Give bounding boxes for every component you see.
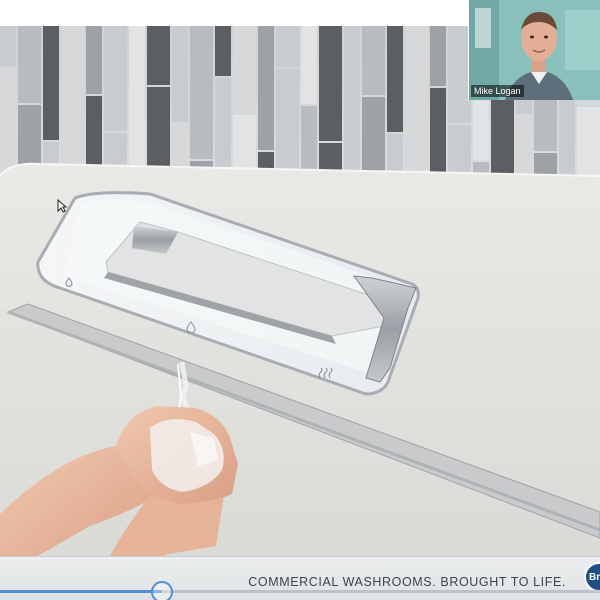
arrow-cursor-icon bbox=[57, 198, 68, 213]
playback-scrubber-handle[interactable] bbox=[151, 581, 173, 600]
mosaic-tile-wall bbox=[0, 26, 600, 600]
mosaic-tile bbox=[387, 26, 403, 132]
mosaic-tile bbox=[258, 26, 274, 150]
mosaic-tile bbox=[172, 26, 188, 122]
mosaic-tile bbox=[362, 26, 385, 95]
mosaic-tile bbox=[61, 26, 84, 177]
mosaic-tile bbox=[18, 26, 41, 103]
playback-progress-fill bbox=[0, 590, 162, 593]
mosaic-tile bbox=[104, 26, 127, 131]
air-dryer-icon bbox=[318, 366, 334, 379]
mosaic-tile bbox=[319, 26, 342, 141]
playback-progress-track[interactable] bbox=[0, 590, 600, 593]
participant-video-tile[interactable]: Mike Logan bbox=[468, 0, 600, 100]
mosaic-tile bbox=[276, 26, 299, 67]
mosaic-tile bbox=[430, 26, 446, 86]
mosaic-tile bbox=[129, 26, 145, 168]
soap-drop-icon bbox=[64, 274, 74, 287]
mosaic-tile bbox=[86, 26, 102, 94]
brand-footer-bar: COMMERCIAL WASHROOMS. BROUGHT TO LIFE. bbox=[0, 556, 600, 600]
mosaic-tile bbox=[43, 26, 59, 140]
mosaic-tile bbox=[190, 26, 213, 159]
mosaic-tile bbox=[233, 26, 256, 113]
mosaic-tile bbox=[301, 26, 317, 104]
mosaic-tile bbox=[215, 26, 231, 76]
tagline-text: COMMERCIAL WASHROOMS. BROUGHT TO LIFE. bbox=[248, 575, 566, 589]
brand-logo-text: Bra bbox=[589, 572, 600, 583]
mosaic-tile bbox=[405, 26, 428, 169]
participant-name-label: Mike Logan bbox=[471, 85, 524, 97]
shared-video-frame bbox=[0, 26, 600, 600]
mosaic-tile bbox=[344, 26, 360, 178]
mosaic-tile bbox=[147, 26, 170, 85]
water-drop-icon bbox=[186, 320, 196, 334]
mosaic-tile bbox=[0, 26, 16, 66]
